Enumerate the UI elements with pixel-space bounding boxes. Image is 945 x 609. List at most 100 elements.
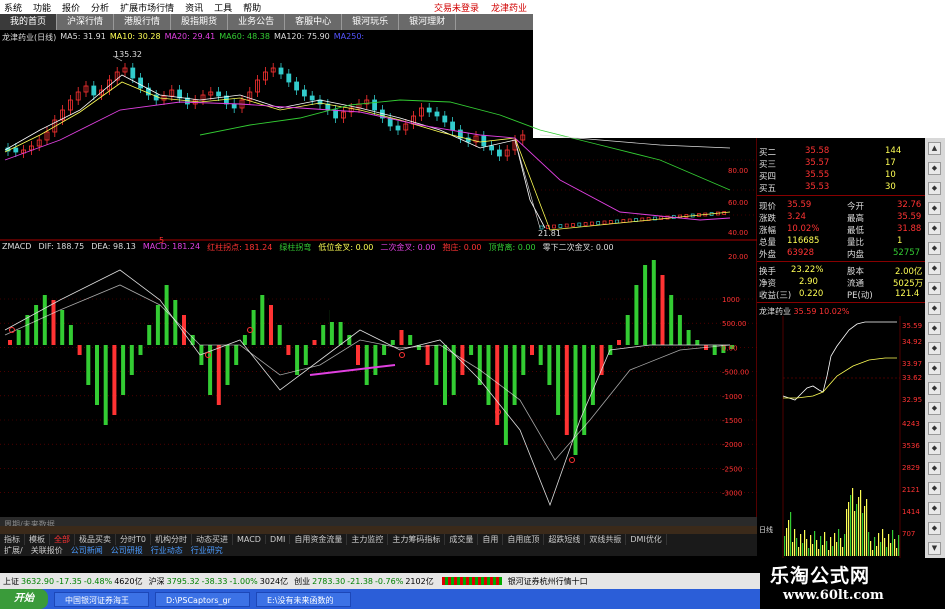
side-btn-7[interactable]: ◆ xyxy=(928,262,941,275)
side-btn-5[interactable]: ◆ xyxy=(928,222,941,235)
nav-home[interactable]: 我的首页 xyxy=(0,14,58,30)
volume-bar xyxy=(854,511,856,556)
stat-row-outer: 外盘 63928 内盘 52757 xyxy=(759,248,921,260)
date-bar[interactable]: 周期/未来数据 xyxy=(0,517,760,534)
price-axis: 80.00 60.00 40.00 20.00 xyxy=(728,167,748,261)
side-btn-17[interactable]: ◆ xyxy=(928,462,941,475)
task-capture[interactable]: D:\PSCaptors_gr xyxy=(155,591,250,607)
menu-item-info[interactable]: 资讯 xyxy=(185,1,203,14)
tab-macd[interactable]: MACD xyxy=(233,535,266,544)
vol-axis-4: 2121 xyxy=(902,486,920,494)
tab-main-monitor[interactable]: 主力监控 xyxy=(347,534,389,545)
tab-chips[interactable]: 主力筹码指标 xyxy=(388,534,446,545)
tab-t0[interactable]: 分时T0 xyxy=(116,534,151,545)
volume-bar xyxy=(814,531,816,556)
task-folder[interactable]: E:\没有未来函数的 xyxy=(256,591,351,607)
login-status[interactable]: 交易未登录 xyxy=(434,1,479,14)
tab-custom-bottom[interactable]: 自用底顶 xyxy=(503,534,545,545)
nav-finance[interactable]: 银河理财 xyxy=(399,14,457,30)
side-btn-12[interactable]: ◆ xyxy=(928,362,941,375)
tab-custom[interactable]: 自用 xyxy=(478,534,504,545)
tab-template[interactable]: 模板 xyxy=(25,534,50,545)
side-btn-19[interactable]: ◆ xyxy=(928,502,941,515)
side-scrollbar[interactable]: ▲ ◆ ◆ ◆ ◆ ◆ ◆ ◆ ◆ ◆ ◆ ◆ ◆ ◆ ◆ ◆ ◆ ◆ ◆ ◆ … xyxy=(925,138,945,558)
side-btn-18[interactable]: ◆ xyxy=(928,482,941,495)
macd-tick: -1000 xyxy=(722,393,742,401)
menu-item-quote[interactable]: 报价 xyxy=(62,1,80,14)
menu-item-system[interactable]: 系统 xyxy=(4,1,22,14)
tab-resonance[interactable]: 双线共振 xyxy=(585,534,627,545)
macd-bar xyxy=(530,345,534,355)
task-galaxy[interactable]: 中国银河证券海王 xyxy=(54,591,149,607)
tab-industry[interactable]: 行业动态 xyxy=(147,545,187,556)
nav-hk[interactable]: 港股行情 xyxy=(114,14,172,30)
volume-bar xyxy=(820,536,822,556)
tab-industry-research[interactable]: 行业研究 xyxy=(187,545,227,556)
volume-bar xyxy=(886,547,888,556)
nav-service[interactable]: 客服中心 xyxy=(285,14,343,30)
macd-divergence: 顶背离: 0.00 xyxy=(488,243,536,252)
candle-body xyxy=(621,219,626,223)
tab-indicator[interactable]: 指标 xyxy=(0,534,25,545)
side-btn-11[interactable]: ◆ xyxy=(928,342,941,355)
nav-notice[interactable]: 业务公告 xyxy=(228,14,286,30)
macd-bar xyxy=(164,285,169,345)
sz-amount: 3024亿 xyxy=(259,576,289,586)
macd-tick: 500.00 xyxy=(722,320,747,328)
side-btn-1[interactable]: ▲ xyxy=(928,142,941,155)
date-scroll[interactable] xyxy=(0,526,757,534)
tab-dmi[interactable]: DMI xyxy=(266,535,291,544)
side-btn-15[interactable]: ◆ xyxy=(928,422,941,435)
side-btn-20[interactable]: ◆ xyxy=(928,522,941,535)
nav-sh-sz[interactable]: 沪深行情 xyxy=(57,14,115,30)
side-btn-21[interactable]: ▼ xyxy=(928,542,941,555)
macd-bar xyxy=(103,345,108,425)
macd-bar xyxy=(617,340,621,345)
volume-bar xyxy=(784,536,786,556)
menu-item-analysis[interactable]: 分析 xyxy=(91,1,109,14)
chart-area[interactable]: 135.32 21.81 5 80.0060.0040.0020.00 1000… xyxy=(0,30,757,517)
tab-extension[interactable]: 扩展/ xyxy=(0,545,27,556)
start-button[interactable]: 开始 xyxy=(0,589,48,609)
volume-bar xyxy=(828,550,830,556)
side-btn-16[interactable]: ◆ xyxy=(928,442,941,455)
side-btn-14[interactable]: ◆ xyxy=(928,402,941,415)
tab-fund-flow[interactable]: 自用资金流量 xyxy=(290,534,348,545)
nav-futures[interactable]: 股指期货 xyxy=(171,14,229,30)
stat-row-price: 现价 35.59 今开 32.76 xyxy=(759,200,922,212)
side-btn-6[interactable]: ◆ xyxy=(928,242,941,255)
macd-low-cross: 低位金叉: 0.00 xyxy=(318,243,374,252)
macd-bar xyxy=(155,305,160,345)
mini-intraday-chart[interactable]: 35.59 34.92 33.97 33.62 32.95 4243 3536 … xyxy=(757,316,925,558)
side-btn-4[interactable]: ◆ xyxy=(928,202,941,215)
nav-bar: 我的首页 沪深行情 港股行情 股指期货 业务公告 客服中心 银河玩乐 银河理财 xyxy=(0,14,533,30)
nav-fun[interactable]: 银河玩乐 xyxy=(342,14,400,30)
tab-research[interactable]: 公司研报 xyxy=(107,545,147,556)
macd-bar xyxy=(695,340,700,345)
menu-item-ext-market[interactable]: 扩展市场行情 xyxy=(120,1,174,14)
tab-news[interactable]: 公司新闻 xyxy=(67,545,107,556)
volume-bar xyxy=(866,499,868,556)
tab-all[interactable]: 全部 xyxy=(50,534,75,545)
side-btn-2[interactable]: ◆ xyxy=(928,162,941,175)
tab-inst[interactable]: 机构分时 xyxy=(151,534,192,545)
tab-related[interactable]: 关联报价 xyxy=(27,545,67,556)
side-btn-3[interactable]: ◆ xyxy=(928,182,941,195)
macd-bar xyxy=(521,345,526,375)
tab-dyn-buy[interactable]: 动态买进 xyxy=(192,534,233,545)
side-btn-13[interactable]: ◆ xyxy=(928,382,941,395)
side-btn-8[interactable]: ◆ xyxy=(928,282,941,295)
menu-item-function[interactable]: 功能 xyxy=(33,1,51,14)
menu-item-help[interactable]: 帮助 xyxy=(243,1,261,14)
macd-bar xyxy=(121,345,126,395)
stat-row-volume: 总量 116685 量比 1 xyxy=(759,236,903,248)
menu-item-tools[interactable]: 工具 xyxy=(214,1,232,14)
side-btn-10[interactable]: ◆ xyxy=(928,322,941,335)
side-btn-9[interactable]: ◆ xyxy=(928,302,941,315)
tab-oversold[interactable]: 超跌短线 xyxy=(544,534,586,545)
tab-volume[interactable]: 成交量 xyxy=(445,534,479,545)
macd-bar xyxy=(503,345,508,445)
server-status[interactable]: 银河证券杭州行情十口 xyxy=(508,576,588,587)
tab-dmi-opt[interactable]: DMI优化 xyxy=(626,534,667,545)
tab-best-trade[interactable]: 极品买卖 xyxy=(75,534,116,545)
